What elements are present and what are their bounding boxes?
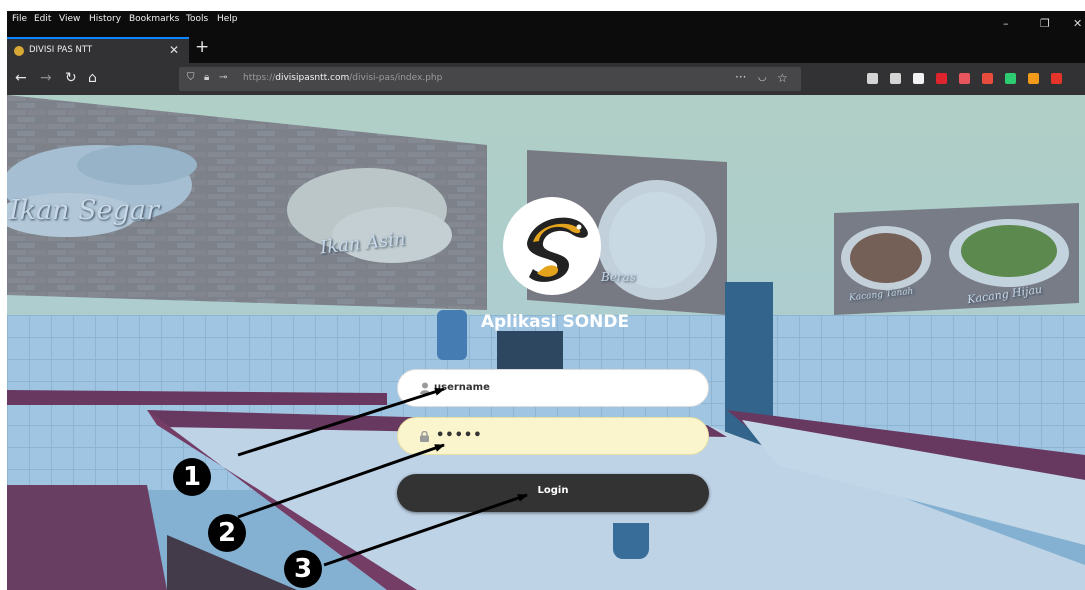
arrow-to-username [237,387,445,457]
arrow-to-login [323,493,528,567]
step-2-badge: 2 [208,514,246,552]
step-3-badge: 3 [284,550,322,588]
step-1-badge: 1 [173,458,211,496]
screenshot-frame: File Edit View History Bookmarks Tools H… [0,0,1085,590]
annotation-layer [237,387,528,567]
arrow-to-password [237,443,445,519]
